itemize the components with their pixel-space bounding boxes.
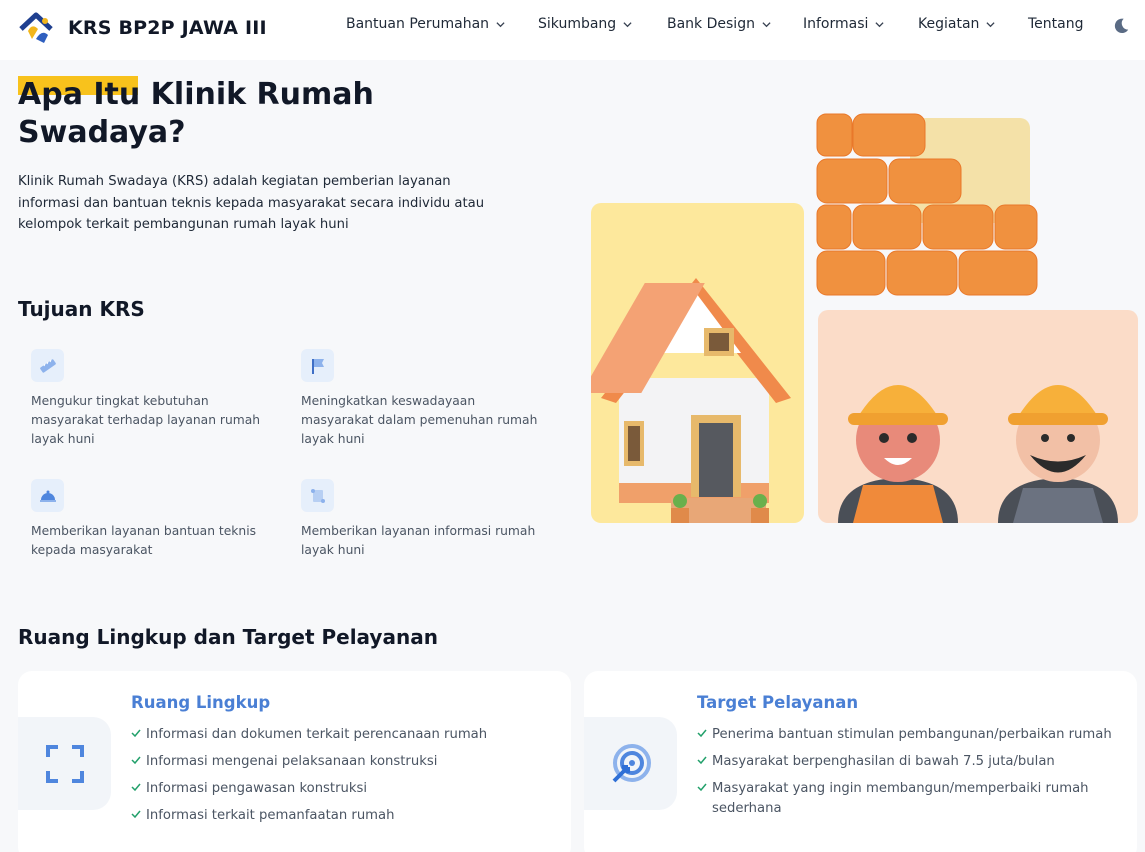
house-card bbox=[591, 203, 804, 523]
logo-icon bbox=[19, 12, 53, 43]
list-item-text: Informasi dan dokumen terkait perencanaa… bbox=[146, 727, 488, 742]
list-item: Informasi dan dokumen terkait perencanaa… bbox=[131, 725, 551, 745]
workers-illustration bbox=[838, 385, 1118, 523]
scan-frame-icon bbox=[18, 717, 111, 810]
goals-heading: Tujuan KRS bbox=[18, 297, 145, 321]
list-item: Penerima bantuan stimulan pembangunan/pe… bbox=[697, 725, 1117, 745]
nav-tentang[interactable]: Tentang bbox=[1028, 16, 1084, 32]
list-item-text: Masyarakat yang ingin membangun/memperba… bbox=[712, 781, 1089, 816]
chevron-down-icon bbox=[762, 21, 771, 27]
goal-text: Memberikan layanan bantuan teknis kepada… bbox=[31, 524, 257, 557]
target-card: Target Pelayanan Penerima bantuan stimul… bbox=[584, 671, 1137, 852]
hero-title: Apa Itu Klinik Rumah Swadaya? bbox=[18, 77, 374, 150]
list-item: Informasi pengawasan konstruksi bbox=[131, 779, 551, 799]
target-card-title: Target Pelayanan bbox=[697, 693, 859, 712]
brand[interactable]: KRS BP2P JAWA III bbox=[18, 9, 267, 47]
list-item: Masyarakat yang ingin membangun/memperba… bbox=[697, 779, 1117, 819]
goal-item: Memberikan layanan informasi rumah layak… bbox=[301, 479, 541, 560]
check-icon bbox=[697, 729, 707, 738]
list-item: Informasi mengenai pelaksanaan konstruks… bbox=[131, 752, 551, 772]
nav-informasi[interactable]: Informasi bbox=[803, 16, 884, 32]
list-item-text: Masyarakat berpenghasilan di bawah 7.5 j… bbox=[712, 754, 1055, 769]
nav-bank-design[interactable]: Bank Design bbox=[667, 16, 771, 32]
check-icon bbox=[131, 783, 141, 792]
list-item-text: Informasi mengenai pelaksanaan konstruks… bbox=[146, 754, 438, 769]
nav-label: Kegiatan bbox=[918, 16, 980, 32]
top-navbar: KRS BP2P JAWA III Bantuan Perumahan Siku… bbox=[0, 0, 1145, 60]
nav-label: Sikumbang bbox=[538, 16, 617, 32]
bricks-illustration bbox=[816, 113, 1038, 296]
chevron-down-icon bbox=[875, 21, 884, 27]
nav-label: Bantuan Perumahan bbox=[346, 16, 490, 32]
nav-kegiatan[interactable]: Kegiatan bbox=[918, 16, 995, 32]
list-item: Informasi terkait pemanfaatan rumah bbox=[131, 806, 551, 826]
goal-item: Meningkatkan keswadayaan masyarakat dala… bbox=[301, 349, 541, 449]
brand-name: KRS BP2P JAWA III bbox=[68, 17, 267, 39]
check-icon bbox=[697, 783, 707, 792]
list-item-text: Informasi pengawasan konstruksi bbox=[146, 781, 368, 796]
check-icon bbox=[131, 810, 141, 819]
scope-card-title: Ruang Lingkup bbox=[131, 693, 271, 712]
target-list: Penerima bantuan stimulan pembangunan/pe… bbox=[697, 725, 1117, 826]
goal-text: Meningkatkan keswadayaan masyarakat dala… bbox=[301, 394, 538, 446]
ruler-icon bbox=[31, 349, 64, 382]
goal-text: Memberikan layanan informasi rumah layak… bbox=[301, 524, 536, 557]
list-item-text: Informasi terkait pemanfaatan rumah bbox=[146, 808, 395, 823]
goal-item: Mengukur tingkat kebutuhan masyarakat te… bbox=[31, 349, 271, 449]
house-illustration bbox=[591, 278, 791, 523]
nav-label: Tentang bbox=[1028, 16, 1084, 32]
chevron-down-icon bbox=[623, 21, 632, 27]
scope-heading: Ruang Lingkup dan Target Pelayanan bbox=[18, 625, 438, 649]
check-icon bbox=[131, 729, 141, 738]
scroll-icon bbox=[301, 479, 334, 512]
nav-label: Bank Design bbox=[667, 16, 755, 32]
list-item-text: Penerima bantuan stimulan pembangunan/pe… bbox=[712, 727, 1112, 742]
scope-list: Informasi dan dokumen terkait perencanaa… bbox=[131, 725, 551, 833]
service-bell-icon bbox=[31, 479, 64, 512]
chevron-down-icon bbox=[496, 21, 505, 27]
nav-bantuan-perumahan[interactable]: Bantuan Perumahan bbox=[346, 16, 505, 32]
goal-item: Memberikan layanan bantuan teknis kepada… bbox=[31, 479, 271, 560]
workers-card bbox=[818, 310, 1138, 523]
chevron-down-icon bbox=[986, 21, 995, 27]
hero-description: Klinik Rumah Swadaya (KRS) adalah kegiat… bbox=[18, 174, 485, 232]
goal-text: Mengukur tingkat kebutuhan masyarakat te… bbox=[31, 394, 261, 446]
dark-mode-toggle-icon[interactable] bbox=[1112, 17, 1130, 35]
nav-label: Informasi bbox=[803, 16, 869, 32]
target-cursor-icon bbox=[584, 717, 677, 810]
check-icon bbox=[131, 756, 141, 765]
nav-sikumbang[interactable]: Sikumbang bbox=[538, 16, 632, 32]
scope-card: Ruang Lingkup Informasi dan dokumen terk… bbox=[18, 671, 571, 852]
flag-icon bbox=[301, 349, 334, 382]
list-item: Masyarakat berpenghasilan di bawah 7.5 j… bbox=[697, 752, 1117, 772]
check-icon bbox=[697, 756, 707, 765]
